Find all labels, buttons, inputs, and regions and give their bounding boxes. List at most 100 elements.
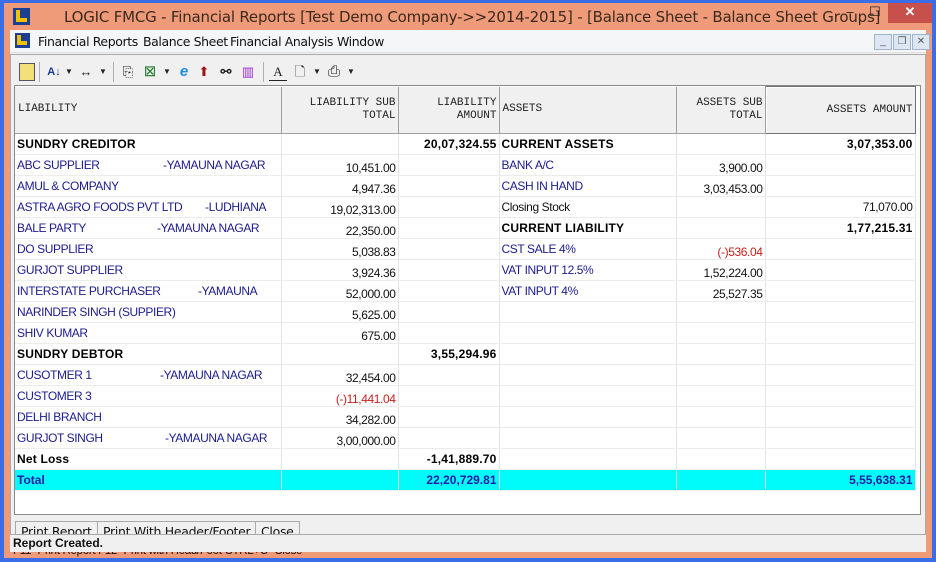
assets-sub-total-cell[interactable]: 1,52,224.00 bbox=[676, 259, 766, 281]
liability-name-cell[interactable]: Net Loss bbox=[15, 448, 282, 470]
column-width-dropdown-icon[interactable]: ▼ bbox=[99, 63, 107, 81]
liability-amount-cell[interactable]: -1,41,889.70 bbox=[398, 448, 500, 470]
menu-financial-analysis[interactable]: Financial Analysis bbox=[230, 34, 333, 49]
liability-name-cell[interactable]: DELHI BRANCH bbox=[15, 406, 282, 428]
assets-sub-total-cell[interactable] bbox=[676, 343, 766, 365]
liability-sub-total-cell[interactable]: (-)11,441.04 bbox=[281, 385, 399, 407]
assets-sub-total-cell[interactable]: (-)536.04 bbox=[676, 238, 766, 260]
sort-az-icon[interactable]: A↓ bbox=[45, 63, 63, 81]
table-row[interactable]: SUNDRY DEBTOR 3,55,294.96 bbox=[15, 343, 916, 365]
liability-name-cell[interactable]: ASTRA AGRO FOODS PVT LTD -LUDHIANA bbox=[15, 196, 282, 218]
maximize-button[interactable]: ☐ bbox=[862, 3, 888, 23]
liability-name-cell[interactable]: SHIV KUMAR bbox=[15, 322, 282, 344]
assets-amount-cell[interactable] bbox=[765, 364, 916, 386]
assets-name-cell[interactable] bbox=[499, 322, 677, 344]
assets-name-cell[interactable] bbox=[499, 364, 677, 386]
liability-sub-total-cell[interactable]: 22,350.00 bbox=[281, 217, 399, 239]
assets-sub-total-cell[interactable] bbox=[676, 364, 766, 386]
header-assets-sub-total[interactable]: ASSETS SUB TOTAL bbox=[676, 86, 766, 134]
mdi-restore-button[interactable]: ❐ bbox=[893, 34, 911, 50]
assets-sub-total-cell[interactable] bbox=[676, 301, 766, 323]
assets-amount-cell[interactable] bbox=[765, 280, 916, 302]
assets-name-cell[interactable]: CST SALE 4% bbox=[499, 238, 677, 260]
header-liability[interactable]: LIABILITY bbox=[15, 86, 282, 134]
table-row[interactable]: INTERSTATE PURCHASER -YAMAUNA 52,000.00 VAT… bbox=[15, 280, 916, 302]
liability-sub-total-cell[interactable]: 32,454.00 bbox=[281, 364, 399, 386]
liability-name-cell[interactable]: GURJOT SINGH -YAMAUNA NAGAR bbox=[15, 427, 282, 449]
printer-dropdown-icon[interactable]: ▼ bbox=[347, 63, 355, 81]
save-layout-icon[interactable] bbox=[19, 63, 35, 81]
liability-name-cell[interactable]: BALE PARTY -YAMAUNA NAGAR bbox=[15, 217, 282, 239]
assets-name-cell[interactable]: CURRENT LIABILITY bbox=[499, 217, 677, 239]
assets-amount-cell[interactable] bbox=[765, 448, 916, 470]
sort-dropdown-icon[interactable]: ▼ bbox=[65, 63, 73, 81]
table-row[interactable]: DELHI BRANCH 34,282.00 bbox=[15, 406, 916, 428]
table-row[interactable]: CUSTOMER 3 (-)11,441.04 bbox=[15, 385, 916, 407]
chart-icon[interactable]: ▥ bbox=[239, 63, 257, 81]
assets-sub-total-cell[interactable] bbox=[676, 322, 766, 344]
liability-amount-cell[interactable] bbox=[398, 175, 500, 197]
liability-name-cell[interactable]: SUNDRY CREDITOR bbox=[15, 133, 282, 155]
table-row[interactable]: Net Loss -1,41,889.70 bbox=[15, 448, 916, 470]
header-assets-amount[interactable]: ASSETS AMOUNT bbox=[764, 86, 916, 134]
liability-amount-cell[interactable] bbox=[398, 217, 500, 239]
assets-sub-total-cell[interactable]: 3,900.00 bbox=[676, 154, 766, 176]
liability-sub-total-cell[interactable]: 3,00,000.00 bbox=[281, 427, 399, 449]
assets-name-cell[interactable]: VAT INPUT 4% bbox=[499, 280, 677, 302]
assets-name-cell[interactable] bbox=[499, 385, 677, 407]
liability-amount-cell[interactable] bbox=[398, 364, 500, 386]
assets-name-cell[interactable]: Closing Stock bbox=[499, 196, 677, 218]
liability-name-cell[interactable]: AMUL & COMPANY bbox=[15, 175, 282, 197]
app-logo-icon[interactable] bbox=[13, 8, 30, 25]
balance-sheet-grid[interactable]: LIABILITY LIABILITY SUB TOTAL LIABILITY AM… bbox=[14, 85, 921, 515]
print-preview-dropdown-icon[interactable]: ▼ bbox=[313, 63, 321, 81]
table-row[interactable]: NARINDER SINGH (SUPPIER) 5,625.00 bbox=[15, 301, 916, 323]
assets-name-cell[interactable] bbox=[499, 301, 677, 323]
liability-amount-cell[interactable] bbox=[398, 280, 500, 302]
liability-amount-cell[interactable] bbox=[398, 406, 500, 428]
liability-sub-total-cell[interactable]: 52,000.00 bbox=[281, 280, 399, 302]
table-row[interactable]: DO SUPPLIER 5,038.83 CST SALE 4% (-)536.04 bbox=[15, 238, 916, 260]
table-row[interactable]: AMUL & COMPANY 4,947.36 CASH IN HAND 3,03,4… bbox=[15, 175, 916, 197]
assets-sub-total-cell[interactable] bbox=[676, 385, 766, 407]
liability-sub-total-cell[interactable] bbox=[281, 133, 399, 155]
liability-amount-cell[interactable]: 20,07,324.55 bbox=[398, 133, 500, 155]
assets-amount-cell[interactable] bbox=[765, 385, 916, 407]
assets-name-cell[interactable] bbox=[499, 406, 677, 428]
liability-amount-cell[interactable] bbox=[398, 385, 500, 407]
assets-name-cell[interactable] bbox=[499, 343, 677, 365]
assets-sub-total-cell[interactable] bbox=[676, 448, 766, 470]
header-liability-amount[interactable]: LIABILITY AMOUNT bbox=[398, 86, 500, 134]
assets-sub-total-cell[interactable]: 3,03,453.00 bbox=[676, 175, 766, 197]
assets-amount-cell[interactable] bbox=[765, 301, 916, 323]
assets-name-cell[interactable] bbox=[499, 448, 677, 470]
header-liability-sub-total[interactable]: LIABILITY SUB TOTAL bbox=[281, 86, 399, 134]
liability-sub-total-cell[interactable]: 34,282.00 bbox=[281, 406, 399, 428]
assets-name-cell[interactable]: VAT INPUT 12.5% bbox=[499, 259, 677, 281]
assets-amount-cell[interactable] bbox=[765, 427, 916, 449]
liability-sub-total-cell[interactable]: 5,625.00 bbox=[281, 301, 399, 323]
liability-name-cell[interactable]: DO SUPPLIER bbox=[15, 238, 282, 260]
mdi-child-logo-icon[interactable] bbox=[15, 33, 30, 48]
assets-sub-total-cell[interactable] bbox=[676, 196, 766, 218]
assets-amount-cell[interactable] bbox=[765, 322, 916, 344]
copy-icon[interactable]: ⎘ bbox=[119, 63, 137, 81]
printer-icon[interactable]: ⎙ bbox=[325, 63, 343, 81]
column-width-icon[interactable]: ↔ bbox=[77, 63, 95, 81]
assets-amount-cell[interactable] bbox=[765, 154, 916, 176]
header-assets[interactable]: ASSETS bbox=[499, 86, 677, 134]
assets-sub-total-cell[interactable] bbox=[676, 406, 766, 428]
assets-sub-total-cell[interactable] bbox=[676, 133, 766, 155]
liability-name-cell[interactable]: GURJOT SUPPLIER bbox=[15, 259, 282, 281]
assets-sub-total-cell[interactable]: 25,527.35 bbox=[676, 280, 766, 302]
find-binoculars-icon[interactable]: ⚯ bbox=[217, 63, 235, 81]
assets-name-cell[interactable]: CASH IN HAND bbox=[499, 175, 677, 197]
assets-name-cell[interactable] bbox=[499, 427, 677, 449]
assets-sub-total-cell[interactable] bbox=[676, 217, 766, 239]
liability-sub-total-cell[interactable]: 10,451.00 bbox=[281, 154, 399, 176]
liability-amount-cell[interactable] bbox=[398, 427, 500, 449]
liability-name-cell[interactable]: CUSOTMER 1 -YAMAUNA NAGAR bbox=[15, 364, 282, 386]
export-up-arrow-icon[interactable]: ⬆ bbox=[195, 63, 213, 81]
liability-amount-cell[interactable] bbox=[398, 301, 500, 323]
liability-amount-cell[interactable] bbox=[398, 154, 500, 176]
